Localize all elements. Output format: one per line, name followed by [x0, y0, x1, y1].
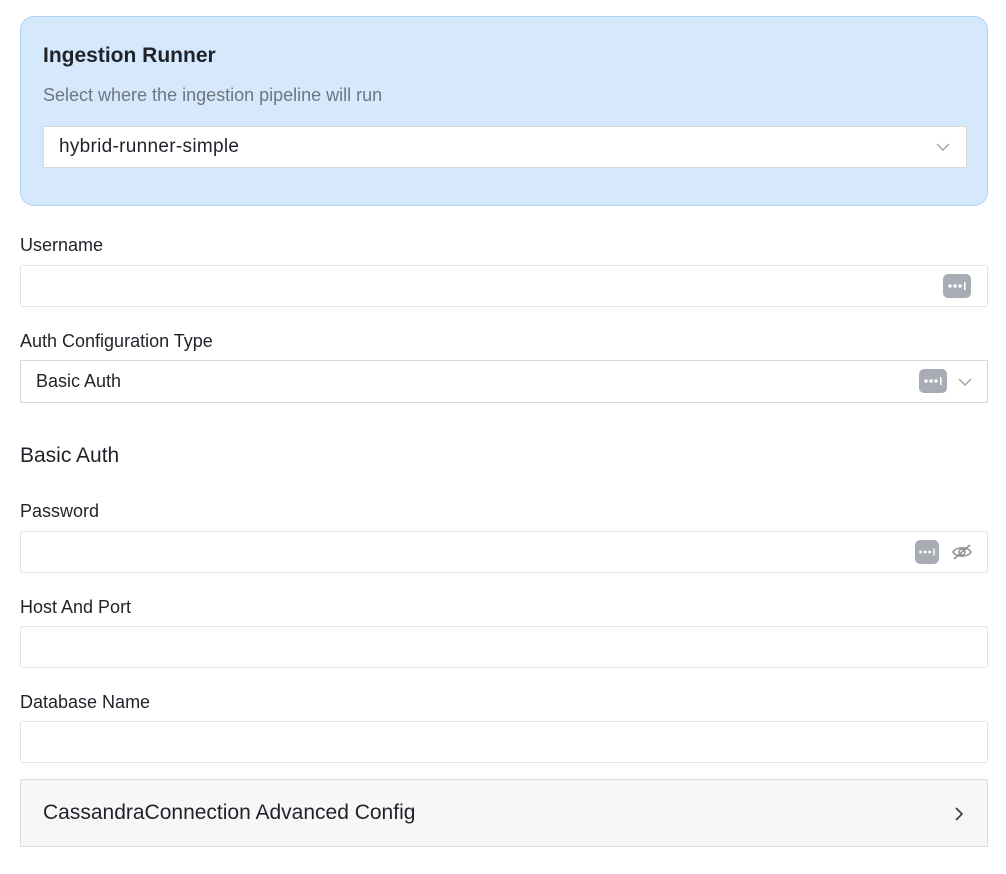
password-dots-icon[interactable]: [915, 540, 939, 564]
ingestion-runner-selected-value: hybrid-runner-simple: [59, 136, 240, 157]
host-and-port-label: Host And Port: [20, 597, 132, 617]
ingestion-runner-title: Ingestion Runner: [43, 44, 216, 67]
database-name-input[interactable]: [20, 721, 988, 763]
database-name-label: Database Name: [20, 692, 151, 712]
password-input[interactable]: [20, 531, 988, 573]
host-and-port-input[interactable]: [20, 626, 988, 668]
advanced-config-collapse[interactable]: CassandraConnection Advanced Config: [20, 779, 988, 847]
ingestion-runner-card: Ingestion Runner Select where the ingest…: [20, 16, 988, 206]
auth-config-type-select[interactable]: Basic Auth: [20, 360, 988, 403]
basic-auth-section-title: Basic Auth: [20, 444, 120, 467]
ingestion-runner-description: Select where the ingestion pipeline will…: [43, 85, 383, 105]
auth-config-type-label: Auth Configuration Type: [20, 331, 213, 351]
username-input[interactable]: [20, 265, 988, 307]
advanced-config-label: CassandraConnection Advanced Config: [43, 801, 416, 824]
chevron-down-icon: [936, 143, 950, 151]
chevron-down-icon: [958, 378, 972, 386]
chevron-right-icon: [955, 807, 964, 821]
password-label: Password: [20, 501, 100, 521]
eye-off-icon[interactable]: [951, 543, 973, 561]
password-dots-icon[interactable]: [919, 369, 947, 393]
ingestion-runner-select[interactable]: hybrid-runner-simple: [43, 126, 967, 168]
password-dots-icon[interactable]: [943, 274, 971, 298]
auth-config-type-selected-value: Basic Auth: [36, 371, 122, 391]
username-label: Username: [20, 235, 104, 255]
